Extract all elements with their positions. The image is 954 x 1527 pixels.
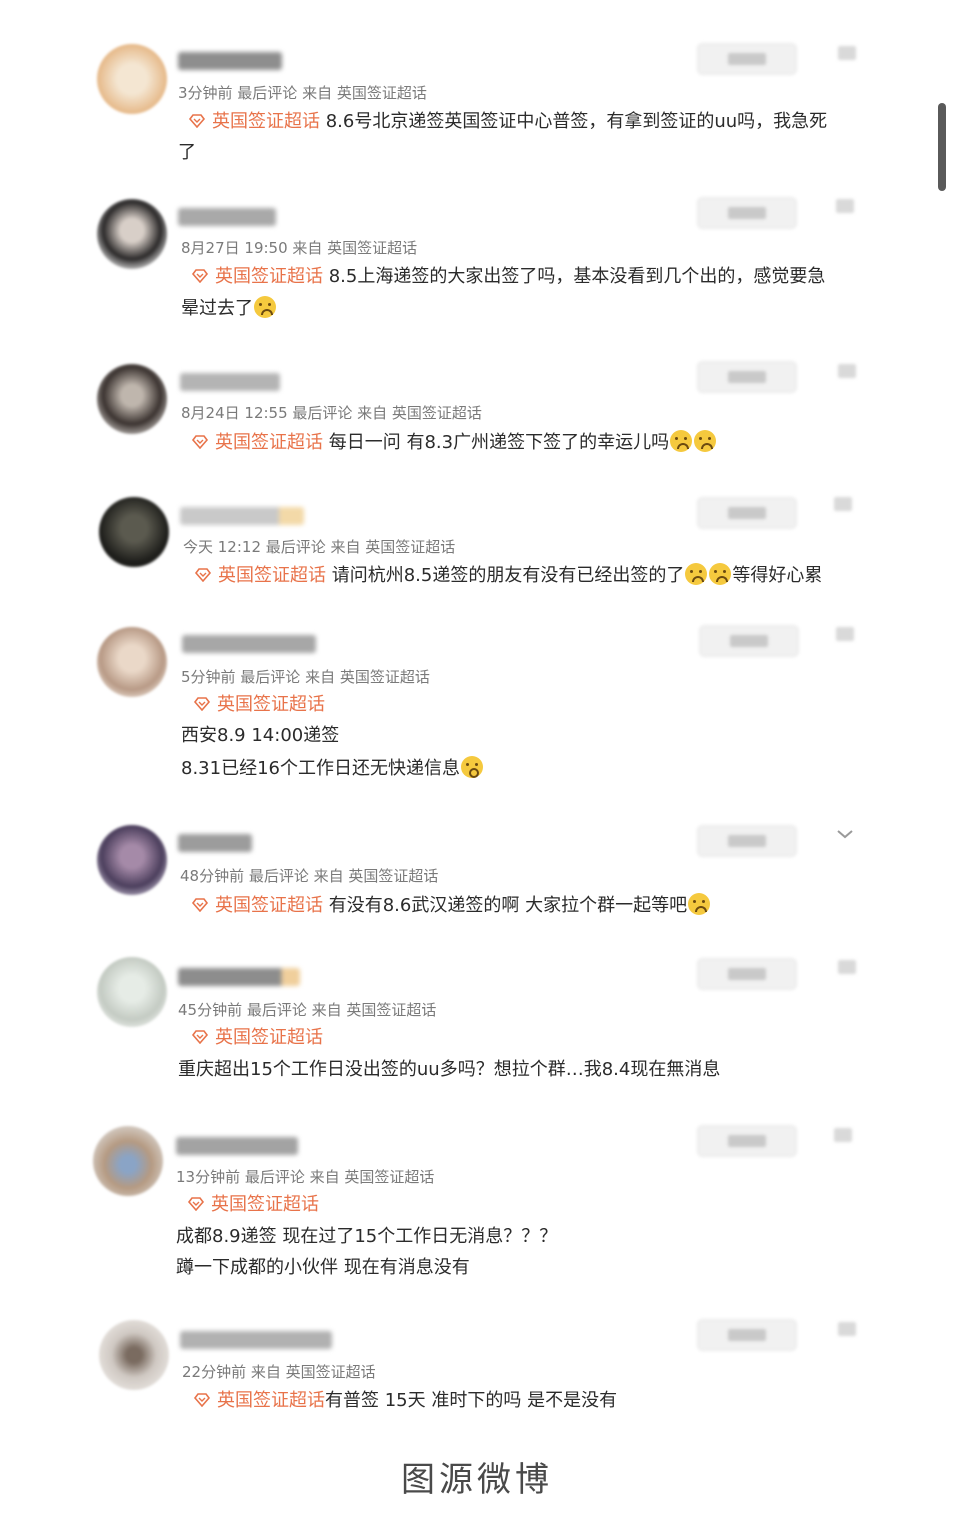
follow-button-blurred[interactable] xyxy=(697,43,797,75)
topic-link[interactable]: 英国签证超话 xyxy=(191,432,323,453)
more-options-icon[interactable] xyxy=(836,199,854,213)
more-options-icon[interactable] xyxy=(838,1322,856,1336)
face-screaming-in-fear-icon xyxy=(460,756,483,778)
loudly-crying-face-icon xyxy=(670,430,693,452)
post-content: 英国签证超话 xyxy=(191,1026,323,1050)
post-text-line: 晕过去了 xyxy=(181,298,253,319)
topic-link[interactable]: 英国签证超话 xyxy=(193,694,325,715)
post-text-line: 有普签 15天 准时下的吗 是不是没有 xyxy=(325,1390,618,1411)
image-source-caption: 图源微博 xyxy=(401,1460,553,1500)
topic-link[interactable]: 英国签证超话 xyxy=(191,895,323,916)
topic-link[interactable]: 英国签证超话 xyxy=(191,266,323,287)
supertopic-icon xyxy=(194,568,212,582)
post-content: 英国签证超话 xyxy=(193,693,325,717)
post-text-line: 等得好心累 xyxy=(732,565,823,586)
avatar[interactable] xyxy=(99,497,169,567)
follow-button-blurred[interactable] xyxy=(697,361,797,393)
post-text-line: 8.5上海递签的大家出签了吗，基本没看到几个出的，感觉要急 xyxy=(328,266,826,287)
more-options-icon[interactable] xyxy=(838,960,856,974)
post-meta: 今天 12:12 最后评论 来自 英国签证超话 xyxy=(183,538,456,556)
follow-button-blurred[interactable] xyxy=(697,1125,797,1157)
post-content: 英国签证超话 8.6号北京递签英国签证中心普签，有拿到签证的uu吗，我急死 xyxy=(188,110,827,134)
post-meta: 5分钟前 最后评论 来自 英国签证超话 xyxy=(181,668,430,686)
post-text-line: 了 xyxy=(178,142,196,163)
post-content: 英国签证超话 每日一问 有8.3广州递签下签了的幸运儿吗 xyxy=(191,430,717,455)
username-blurred[interactable] xyxy=(180,507,304,525)
avatar[interactable] xyxy=(93,1126,163,1196)
loudly-crying-face-icon xyxy=(685,563,708,585)
loudly-crying-face-icon xyxy=(694,430,717,452)
avatar[interactable] xyxy=(97,199,167,269)
post-content: 英国签证超话 请问杭州8.5递签的朋友有没有已经出签的了 等得好心累 xyxy=(194,563,822,588)
post-text-line: 重庆超出15个工作日没出签的uu多吗？想拉个群…我8.4现在無消息 xyxy=(178,1059,721,1080)
post-text-line: 请问杭州8.5递签的朋友有没有已经出签的了 xyxy=(331,565,685,586)
post-text-line: 每日一问 有8.3广州递签下签了的幸运儿吗 xyxy=(328,432,670,453)
post-text-line: 8.31已经16个工作日还无快递信息 xyxy=(181,758,460,779)
avatar[interactable] xyxy=(99,1320,169,1390)
supertopic-icon xyxy=(187,1197,205,1211)
post-text-line: 西安8.9 14:00递签 xyxy=(181,725,340,746)
loudly-crying-face-icon xyxy=(254,296,276,318)
follow-button-blurred[interactable] xyxy=(697,825,797,857)
follow-button-blurred[interactable] xyxy=(697,197,797,229)
supertopic-icon xyxy=(188,114,206,128)
username-blurred[interactable] xyxy=(180,1331,332,1349)
more-options-icon[interactable] xyxy=(838,46,856,60)
post-meta: 8月27日 19:50 来自 英国签证超话 xyxy=(181,239,418,257)
post-meta: 13分钟前 最后评论 来自 英国签证超话 xyxy=(176,1168,435,1186)
follow-button-blurred[interactable] xyxy=(699,625,799,657)
post-meta: 45分钟前 最后评论 来自 英国签证超话 xyxy=(178,1001,437,1019)
post-content-line: 晕过去了 xyxy=(181,296,277,321)
post-content: 英国签证超话 8.5上海递签的大家出签了吗，基本没看到几个出的，感觉要急 xyxy=(191,265,825,289)
username-blurred[interactable] xyxy=(182,635,316,653)
avatar[interactable] xyxy=(97,44,167,114)
username-blurred[interactable] xyxy=(178,208,276,226)
post-meta: 48分钟前 最后评论 来自 英国签证超话 xyxy=(180,867,439,885)
post-text-line: 有没有8.6武汉递签的啊 大家拉个群一起等吧 xyxy=(328,895,688,916)
follow-button-blurred[interactable] xyxy=(697,958,797,990)
post-text-line: 8.6号北京递签英国签证中心普签，有拿到签证的uu吗，我急死 xyxy=(325,111,828,132)
follow-button-blurred[interactable] xyxy=(697,497,797,529)
username-blurred[interactable] xyxy=(178,968,300,986)
more-options-icon[interactable] xyxy=(834,497,852,511)
supertopic-icon xyxy=(191,435,209,449)
more-options-icon[interactable] xyxy=(838,364,856,378)
more-options-icon[interactable] xyxy=(836,627,854,641)
topic-link[interactable]: 英国签证超话 xyxy=(187,1194,319,1215)
more-options-icon[interactable] xyxy=(834,1128,852,1142)
post-meta: 8月24日 12:55 最后评论 来自 英国签证超话 xyxy=(181,404,482,422)
supertopic-icon xyxy=(191,898,209,912)
loudly-crying-face-icon xyxy=(688,893,711,915)
topic-link[interactable]: 英国签证超话 xyxy=(193,1390,325,1411)
avatar[interactable] xyxy=(97,364,167,434)
loudly-crying-face-icon xyxy=(709,563,732,585)
topic-link[interactable]: 英国签证超话 xyxy=(191,1027,323,1048)
post-content: 英国签证超话有普签 15天 准时下的吗 是不是没有 xyxy=(193,1389,617,1413)
username-blurred[interactable] xyxy=(176,1137,298,1155)
post-text-line: 蹲一下成都的小伙伴 现在有消息没有 xyxy=(176,1257,470,1278)
scrollbar[interactable] xyxy=(938,103,946,191)
avatar[interactable] xyxy=(97,957,167,1027)
username-blurred[interactable] xyxy=(178,52,282,70)
topic-link[interactable]: 英国签证超话 xyxy=(188,111,320,132)
chevron-down-icon[interactable] xyxy=(836,829,854,839)
post-text-line: 成都8.9递签 现在过了15个工作日无消息？？？ xyxy=(176,1226,558,1247)
post-meta: 22分钟前 来自 英国签证超话 xyxy=(182,1363,376,1381)
avatar[interactable] xyxy=(97,627,167,697)
username-blurred[interactable] xyxy=(178,834,252,852)
post-content: 英国签证超话 xyxy=(187,1193,319,1217)
avatar[interactable] xyxy=(97,825,167,895)
topic-link[interactable]: 英国签证超话 xyxy=(194,565,326,586)
post-meta: 3分钟前 最后评论 来自 英国签证超话 xyxy=(178,84,427,102)
supertopic-icon xyxy=(191,269,209,283)
post-content: 英国签证超话 有没有8.6武汉递签的啊 大家拉个群一起等吧 xyxy=(191,893,711,918)
follow-button-blurred[interactable] xyxy=(697,1319,797,1351)
supertopic-icon xyxy=(191,1030,209,1044)
supertopic-icon xyxy=(193,1393,211,1407)
post-content-line: 8.31已经16个工作日还无快递信息 xyxy=(181,756,484,781)
supertopic-icon xyxy=(193,697,211,711)
username-blurred[interactable] xyxy=(180,373,280,391)
